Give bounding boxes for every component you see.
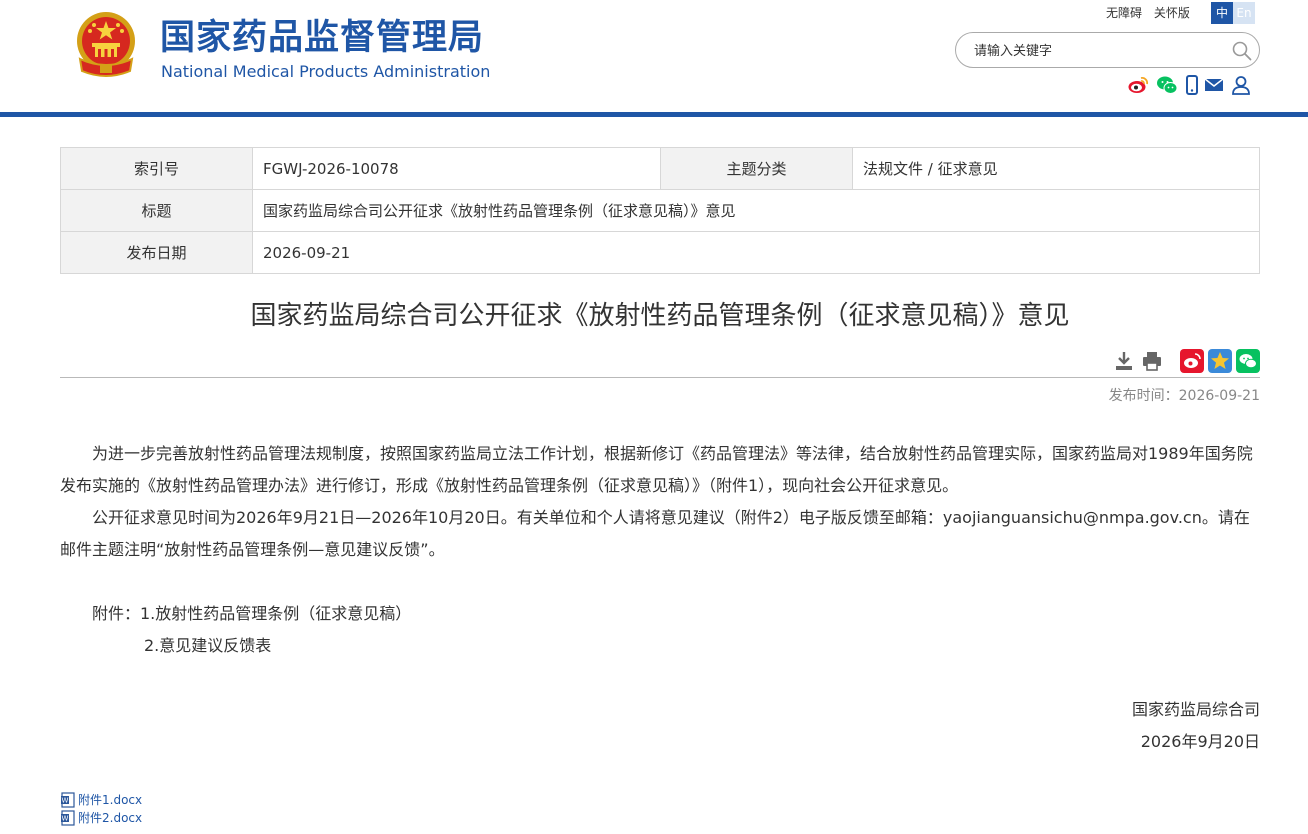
weibo-icon[interactable]: [1127, 74, 1149, 96]
index-value: FGWJ-2026-10078: [252, 147, 661, 190]
user-icon[interactable]: [1230, 74, 1252, 96]
attachment-line-2: 2.意见建议反馈表: [144, 636, 272, 655]
site-title-cn: 国家药品监督管理局: [160, 18, 485, 58]
search-icon[interactable]: [1232, 41, 1252, 61]
download-icon[interactable]: [1112, 349, 1136, 373]
lang-zh-button[interactable]: 中: [1211, 2, 1233, 24]
share-weibo-icon[interactable]: [1180, 349, 1204, 373]
date-label: 发布日期: [60, 231, 253, 274]
print-icon[interactable]: [1140, 349, 1164, 373]
word-document-icon: W: [61, 810, 75, 826]
search-box: [955, 32, 1260, 68]
accessibility-link[interactable]: 无障碍: [1106, 6, 1142, 20]
svg-text:W: W: [62, 797, 69, 805]
file-link-1[interactable]: 附件1.docx: [78, 791, 142, 809]
publish-time: 发布时间：2026-09-21: [1108, 388, 1260, 404]
article-body: 为进一步完善放射性药品管理法规制度，按照国家药监局立法工作计划，根据新修订《药品…: [60, 438, 1260, 758]
date-value: 2026-09-21: [252, 231, 1260, 274]
document-info-table: 索引号 FGWJ-2026-10078 主题分类 法规文件 / 征求意见 标题 …: [60, 147, 1260, 274]
file-item: W 附件1.docx: [60, 791, 142, 809]
svg-text:W: W: [62, 815, 69, 823]
search-input[interactable]: [974, 40, 1214, 62]
word-document-icon: W: [61, 792, 75, 808]
header-divider: [0, 112, 1308, 117]
national-emblem-icon: [77, 12, 135, 77]
file-link-2[interactable]: 附件2.docx: [78, 809, 142, 827]
table-row: 索引号 FGWJ-2026-10078 主题分类 法规文件 / 征求意见: [60, 147, 1260, 190]
title-value: 国家药监局综合司公开征求《放射性药品管理条例（征求意见稿）》意见: [252, 189, 1260, 232]
paragraph: 公开征求意见时间为2026年9月21日—2026年10月20日。有关单位和个人请…: [60, 508, 1250, 559]
title-label: 标题: [60, 189, 253, 232]
site-title-en: National Medical Products Administration: [161, 62, 491, 81]
wechat-icon[interactable]: [1156, 74, 1178, 96]
attachment-line-1: 附件：1.放射性药品管理条例（征求意见稿）: [92, 604, 412, 623]
mobile-icon[interactable]: [1181, 74, 1203, 96]
category-value: 法规文件 / 征求意见: [852, 147, 1260, 190]
title-divider: [60, 377, 1260, 378]
sign-date: 2026年9月20日: [1140, 732, 1260, 751]
table-row: 标题 国家药监局综合司公开征求《放射性药品管理条例（征求意见稿）》意见: [60, 189, 1260, 232]
lang-en-button[interactable]: En: [1233, 2, 1255, 24]
site-header: 国家药品监督管理局 National Medical Products Admi…: [0, 0, 1308, 112]
category-label: 主题分类: [660, 147, 853, 190]
share-favorite-icon[interactable]: [1208, 349, 1232, 373]
signature: 国家药监局综合司: [1131, 700, 1260, 719]
article-title: 国家药监局综合司公开征求《放射性药品管理条例（征求意见稿）》意见: [250, 301, 1070, 331]
file-item: W 附件2.docx: [60, 809, 142, 827]
mail-icon[interactable]: [1203, 74, 1225, 96]
paragraph: 为进一步完善放射性药品管理法规制度，按照国家药监局立法工作计划，根据新修订《药品…: [60, 444, 1253, 495]
attachment-files: W 附件1.docx W 附件2.docx: [60, 791, 142, 827]
index-label: 索引号: [60, 147, 253, 190]
top-links: 无障碍 关怀版: [1106, 4, 1198, 22]
table-row: 发布日期 2026-09-21: [60, 231, 1260, 274]
elderly-mode-link[interactable]: 关怀版: [1154, 6, 1190, 20]
share-wechat-icon[interactable]: [1236, 349, 1260, 373]
